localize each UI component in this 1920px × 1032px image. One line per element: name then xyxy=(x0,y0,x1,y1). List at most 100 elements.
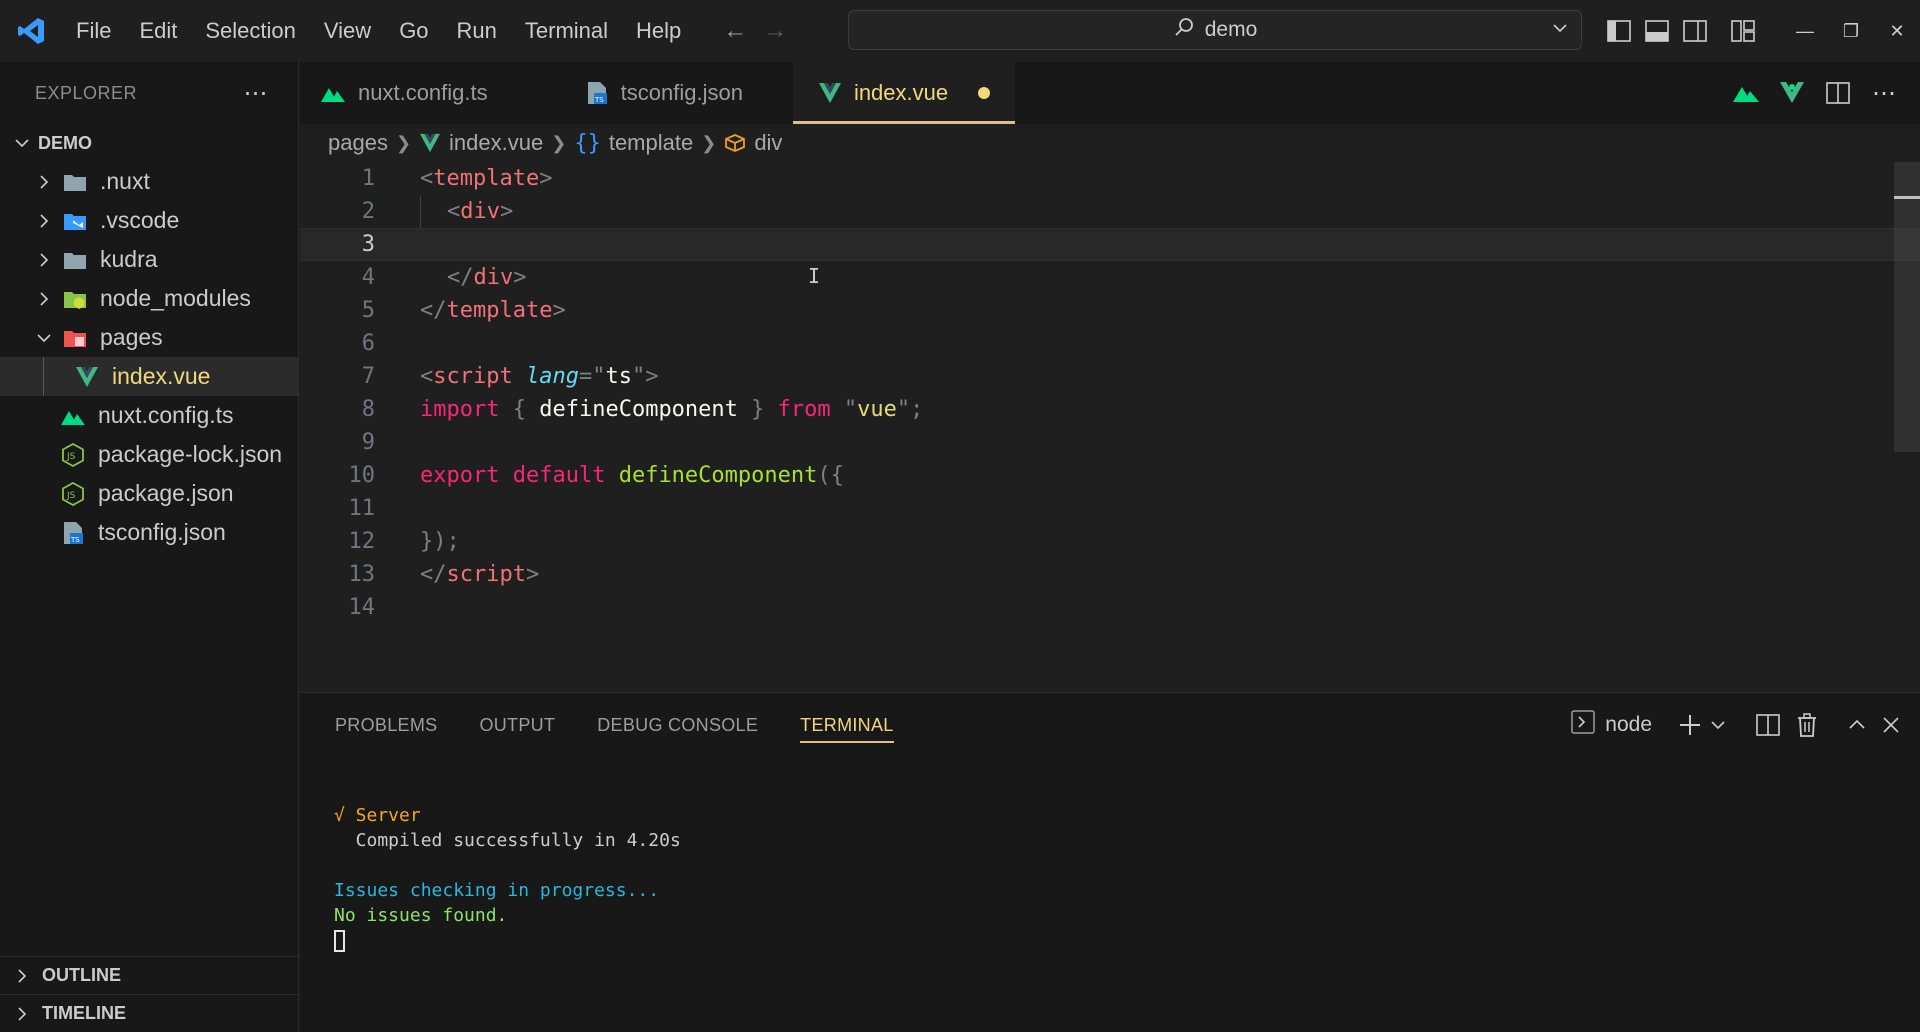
menu-bar: File Edit Selection View Go Run Terminal… xyxy=(62,0,695,62)
restore-icon[interactable]: ❐ xyxy=(1828,0,1874,62)
tab-output[interactable]: OUTPUT xyxy=(479,693,555,757)
maximize-panel-chevron-up-icon[interactable] xyxy=(1848,716,1866,734)
terminal-cursor xyxy=(334,930,345,952)
vue-devtools-icon[interactable] xyxy=(1776,77,1808,109)
tree-item-nuxt-config[interactable]: nuxt.config.ts xyxy=(0,396,298,435)
breadcrumb-item-file[interactable]: index.vue xyxy=(419,130,543,156)
menu-terminal[interactable]: Terminal xyxy=(511,0,622,62)
code-line: 1 <template> xyxy=(300,162,1920,195)
tab-tsconfig[interactable]: TS tsconfig.json xyxy=(560,62,793,124)
title-bar: File Edit Selection View Go Run Terminal… xyxy=(0,0,1920,62)
split-terminal-icon[interactable] xyxy=(1756,714,1780,736)
chevron-right-icon xyxy=(32,291,56,306)
panel-actions: node xyxy=(1571,693,1900,757)
tree-item-vscode[interactable]: .vscode xyxy=(0,201,298,240)
code-text: export default defineComponent({ xyxy=(420,463,844,488)
timeline-section[interactable]: TIMELINE xyxy=(0,994,299,1032)
tab-terminal[interactable]: TERMINAL xyxy=(800,693,895,757)
line-number: 8 xyxy=(361,397,375,422)
menu-edit[interactable]: Edit xyxy=(125,0,191,62)
menu-selection[interactable]: Selection xyxy=(191,0,310,62)
code-line: 5 </template> xyxy=(300,294,1920,327)
line-number: 4 xyxy=(361,265,375,290)
customize-layout-icon[interactable] xyxy=(1724,12,1762,50)
code-line: 6 xyxy=(300,327,1920,360)
breadcrumb-label: pages xyxy=(328,130,388,155)
tree-item-kudra[interactable]: kudra xyxy=(0,240,298,279)
code-line: 9 xyxy=(300,426,1920,459)
explorer-title: EXPLORER xyxy=(35,82,138,103)
breadcrumb-item-div[interactable]: div xyxy=(724,130,782,156)
tree-item-node-modules[interactable]: node_modules xyxy=(0,279,298,318)
svg-text:TS: TS xyxy=(594,96,604,104)
code-text: </script> xyxy=(420,562,540,587)
forward-arrow-icon[interactable]: → xyxy=(763,17,787,45)
code-editor[interactable]: 1 <template> 2 <div> 3 4 </div> 5 </temp… xyxy=(300,162,1920,692)
breadcrumb-label: index.vue xyxy=(449,130,544,155)
tab-label: tsconfig.json xyxy=(620,80,743,105)
trash-icon[interactable] xyxy=(1796,713,1818,737)
nuxt-icon[interactable] xyxy=(1730,77,1762,109)
nuxt-file-icon xyxy=(60,404,86,428)
menu-file[interactable]: File xyxy=(62,0,125,62)
back-arrow-icon[interactable]: ← xyxy=(723,17,747,45)
nodejs-file-icon: JS xyxy=(60,481,86,506)
terminal-line: Compiled successfully in 4.20s xyxy=(334,830,681,851)
more-actions-icon[interactable]: ⋯ xyxy=(1868,77,1900,109)
code-line: 2 <div> xyxy=(300,195,1920,228)
editor-scrollbar[interactable] xyxy=(1894,162,1920,452)
workspace-root[interactable]: DEMO xyxy=(0,124,298,162)
close-panel-icon[interactable] xyxy=(1882,716,1900,734)
line-number: 9 xyxy=(361,430,375,455)
code-line: 11 xyxy=(300,492,1920,525)
tree-item-label: nuxt.config.ts xyxy=(98,402,234,428)
tab-problems[interactable]: PROBLEMS xyxy=(335,693,437,757)
tree-item-tsconfig[interactable]: TS tsconfig.json xyxy=(0,513,298,552)
tree-item-index-vue[interactable]: index.vue xyxy=(0,357,298,396)
breadcrumb-item-template[interactable]: {} template xyxy=(574,130,693,156)
close-window-icon[interactable]: ✕ xyxy=(1874,0,1920,62)
outline-label: OUTLINE xyxy=(42,965,121,985)
tree-item-nuxt[interactable]: .nuxt xyxy=(0,162,298,201)
tab-nuxt-config[interactable]: nuxt.config.ts xyxy=(300,62,560,124)
minimize-icon[interactable]: — xyxy=(1782,0,1828,62)
new-terminal-plus-icon[interactable] xyxy=(1678,713,1702,737)
tree-item-package-json[interactable]: JS package.json xyxy=(0,474,298,513)
more-actions-icon[interactable]: ⋯ xyxy=(244,79,269,108)
menu-go[interactable]: Go xyxy=(385,0,442,62)
toggle-panel-icon[interactable] xyxy=(1638,12,1676,50)
chevron-down-icon xyxy=(10,135,34,151)
outline-section[interactable]: OUTLINE xyxy=(0,956,299,994)
tab-debug-console[interactable]: DEBUG CONSOLE xyxy=(597,693,758,757)
tsconfig-file-icon: TS xyxy=(585,81,609,105)
chevron-down-icon[interactable] xyxy=(1710,717,1726,733)
line-number: 1 xyxy=(361,166,375,191)
code-line: 4 </div> xyxy=(300,261,1920,294)
menu-run[interactable]: Run xyxy=(443,0,511,62)
terminal-output[interactable]: √ Server Compiled successfully in 4.20s … xyxy=(334,803,681,953)
toggle-secondary-sidebar-icon[interactable] xyxy=(1676,12,1714,50)
terminal-instance-selector[interactable]: node xyxy=(1571,710,1652,740)
node-folder-icon xyxy=(62,287,88,311)
sidebar-bottom-sections: OUTLINE TIMELINE xyxy=(0,956,299,1032)
line-number: 14 xyxy=(348,595,376,620)
search-icon xyxy=(1173,16,1195,44)
menu-help[interactable]: Help xyxy=(622,0,695,62)
tab-index-vue[interactable]: index.vue xyxy=(792,62,1016,124)
tree-item-pages[interactable]: pages xyxy=(0,318,298,357)
code-text: }); xyxy=(420,529,460,554)
menu-view[interactable]: View xyxy=(310,0,385,62)
unsaved-dot-icon[interactable] xyxy=(978,87,991,99)
toggle-primary-sidebar-icon[interactable] xyxy=(1600,12,1638,50)
svg-text:JS: JS xyxy=(66,491,76,501)
line-number: 11 xyxy=(348,496,376,521)
breadcrumb-item-pages[interactable]: pages xyxy=(328,130,388,156)
workspace-root-label: DEMO xyxy=(38,132,92,153)
chevron-down-icon[interactable] xyxy=(1551,19,1569,43)
tree-item-package-lock[interactable]: JS package-lock.json xyxy=(0,435,298,474)
terminal-cursor-line xyxy=(334,928,681,953)
tree-item-label: node_modules xyxy=(100,285,251,311)
element-cube-icon xyxy=(724,133,746,153)
command-center-search[interactable]: demo xyxy=(848,10,1582,50)
split-editor-icon[interactable] xyxy=(1822,77,1854,109)
